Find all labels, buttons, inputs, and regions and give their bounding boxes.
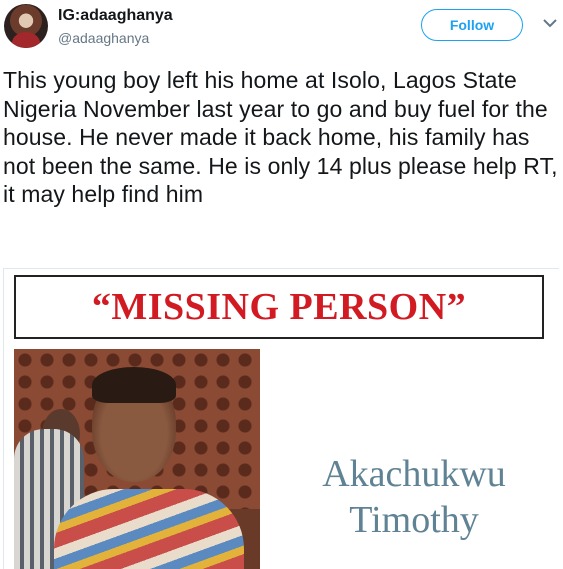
- poster-photo: [14, 349, 260, 569]
- photo-hair: [92, 367, 176, 403]
- display-name[interactable]: IG:adaaghanya: [58, 7, 173, 25]
- follow-button[interactable]: Follow: [421, 9, 523, 41]
- avatar-figure: [12, 32, 40, 48]
- tweet-media-image[interactable]: “MISSING PERSON” Akachukwu Timothy: [3, 268, 559, 569]
- tweet-card: IG:adaaghanya @adaaghanya Follow This yo…: [0, 0, 563, 569]
- photo-shirt: [54, 489, 244, 569]
- poster-name-last: Timothy: [349, 499, 479, 541]
- poster-banner: “MISSING PERSON”: [14, 275, 544, 339]
- user-handle[interactable]: @adaaghanya: [58, 30, 149, 46]
- poster-name-first: Akachukwu: [322, 453, 506, 495]
- avatar[interactable]: [4, 4, 48, 48]
- poster-name: Akachukwu Timothy: [304, 451, 524, 543]
- chevron-down-icon[interactable]: [541, 16, 559, 30]
- tweet-text: This young boy left his home at Isolo, L…: [3, 67, 558, 207]
